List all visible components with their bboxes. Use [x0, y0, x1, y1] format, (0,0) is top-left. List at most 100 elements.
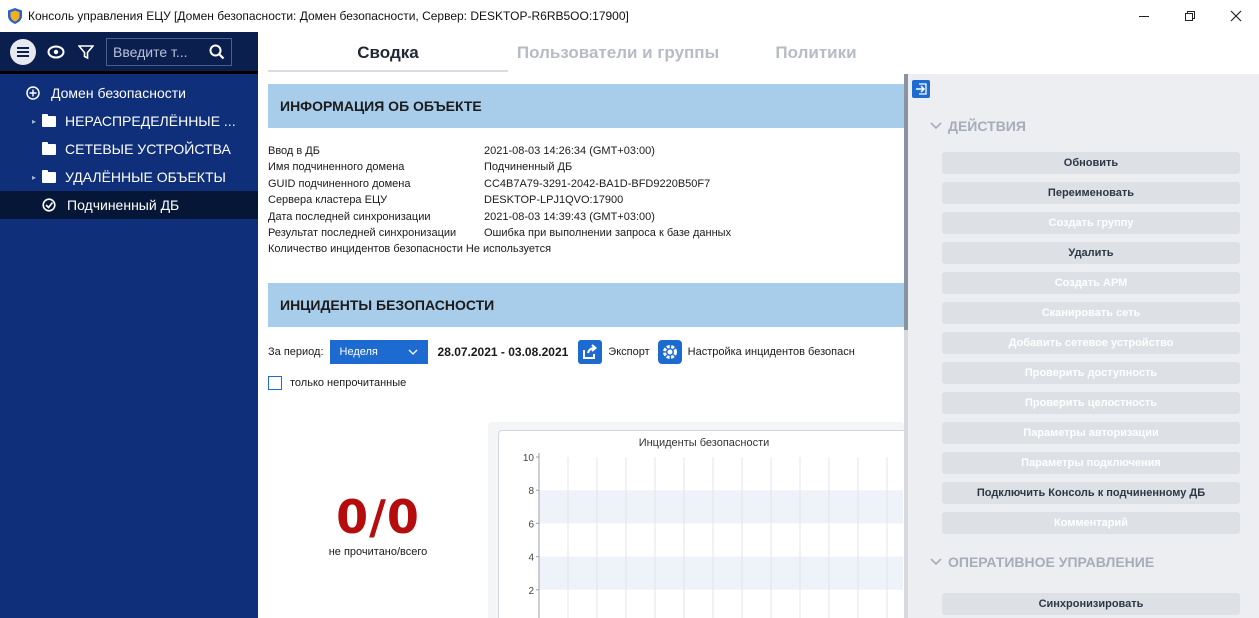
- chart-y-tick-label: 4: [528, 553, 534, 564]
- info-label: GUID подчиненного домена: [268, 177, 411, 190]
- folder-icon: [42, 169, 56, 183]
- view-toggle-button[interactable]: [46, 39, 66, 65]
- actions-panel: ДЕЙСТВИЯ Обновить Переименовать Создать гр…: [908, 74, 1259, 618]
- action-button[interactable]: Комментарий: [942, 512, 1240, 534]
- action-button[interactable]: Проверить целостность: [942, 392, 1240, 414]
- action-button[interactable]: Переименовать: [942, 182, 1240, 204]
- info-label: Результат последней синхронизации: [268, 227, 457, 240]
- action-button[interactable]: Создать группу: [942, 212, 1240, 234]
- expand-arrow-icon[interactable]: ▸: [32, 117, 42, 126]
- chart-y-tick-label: 8: [528, 486, 534, 497]
- unread-only-checkbox[interactable]: [268, 375, 282, 390]
- info-value: 2021-08-03 14:26:34 (GMT+03:00): [484, 145, 655, 157]
- expand-arrow-icon[interactable]: ▸: [32, 173, 42, 182]
- tree-item-label: УДАЛЁННЫЕ ОБЪЕКТЫ: [65, 169, 226, 185]
- restore-button[interactable]: [1167, 0, 1213, 32]
- object-info-header: ИНФОРМАЦИЯ ОБ ОБЪЕКТЕ: [268, 84, 904, 128]
- period-value: Неделя: [339, 345, 378, 358]
- chart-y-tick-label: 6: [528, 519, 534, 530]
- info-label: Количество инцидентов безопасности: [268, 243, 463, 256]
- tree-item-unassigned[interactable]: ▸ НЕРАСПРЕДЕЛЁННЫЕ ...: [0, 107, 258, 135]
- info-value: Не используется: [465, 243, 552, 256]
- chart-y-tick-label: 10: [523, 453, 535, 464]
- date-range: 28.07.2021 - 03.08.2021: [437, 344, 569, 359]
- incidents-chart-card: Инциденты безопасности 1086420: [488, 422, 904, 618]
- info-value: 2021-08-03 14:39:43 (GMT+03:00): [484, 210, 655, 223]
- tree-item-label: Подчиненный ДБ: [67, 197, 180, 213]
- tree-item-subordinate-db[interactable]: Подчиненный ДБ: [0, 191, 258, 219]
- info-row: Имя подчиненного домена Подчиненный ДБ: [268, 159, 904, 175]
- search-icon[interactable]: [209, 44, 225, 60]
- info-value: DESKTOP-LPJ1QVO:17900: [484, 194, 624, 207]
- info-label: Дата последней синхронизации: [268, 210, 431, 223]
- minimize-button[interactable]: [1121, 0, 1167, 32]
- domain-icon: [26, 86, 40, 100]
- chevron-down-icon: [930, 122, 942, 130]
- close-icon: [1230, 10, 1242, 22]
- action-button[interactable]: Добавить сетевое устройство: [942, 332, 1240, 354]
- action-button[interactable]: Обновить: [942, 152, 1240, 174]
- tree-item-label: НЕРАСПРЕДЕЛЁННЫЕ ...: [65, 113, 236, 129]
- operational-section-header[interactable]: ОПЕРАТИВНОЕ УПРАВЛЕНИЕ: [930, 554, 1154, 570]
- chevron-down-icon: [930, 558, 942, 566]
- main-menu-button[interactable]: [10, 38, 36, 65]
- close-button[interactable]: [1213, 0, 1259, 32]
- period-select[interactable]: Неделя: [329, 339, 428, 364]
- info-label: Ввод в ДБ: [268, 145, 320, 157]
- minimize-icon: [1139, 16, 1149, 17]
- period-label: За период:: [268, 345, 324, 358]
- info-row: Дата последней синхронизации 2021-08-03 1…: [268, 209, 904, 225]
- eye-icon: [47, 45, 65, 58]
- restore-icon: [1185, 11, 1195, 21]
- search-input[interactable]: [113, 43, 203, 60]
- incident-settings-label[interactable]: Настройка инцидентов безопасн: [688, 346, 855, 358]
- chart-grid-band: [539, 556, 903, 590]
- chart-title: Инциденты безопасности: [639, 437, 770, 449]
- action-button[interactable]: Создать АРМ: [942, 272, 1240, 294]
- incidents-header: ИНЦИДЕНТЫ БЕЗОПАСНОСТИ: [268, 282, 904, 327]
- info-row: GUID подчиненного домена CC4B7A79-3291-20…: [268, 176, 904, 192]
- chart-grid-band: [539, 490, 903, 524]
- action-button[interactable]: Удалить: [942, 242, 1240, 264]
- export-icon: [583, 344, 598, 359]
- folder-icon: [42, 113, 56, 127]
- filter-button[interactable]: [76, 39, 96, 65]
- incident-settings-button[interactable]: [657, 339, 682, 364]
- tab-users-groups[interactable]: Пользователи и группы: [508, 38, 728, 72]
- title-bar: Консоль управления ЕЦУ [Домен безопаснос…: [0, 0, 1259, 32]
- unread-only-label: только непрочитанные: [290, 376, 407, 389]
- action-button[interactable]: Проверить доступность: [942, 362, 1240, 384]
- info-row: Ввод в ДБ 2021-08-03 14:26:34 (GMT+03:00): [268, 143, 904, 159]
- incidents-chart: Инциденты безопасности 1086420: [498, 430, 904, 618]
- actions-section-header[interactable]: ДЕЙСТВИЯ: [930, 118, 1026, 134]
- tree-item-security-domain[interactable]: Домен безопасности: [0, 79, 258, 107]
- sync-button[interactable]: Синхронизировать: [942, 593, 1240, 615]
- tree-item-network-devices[interactable]: СЕТЕВЫЕ УСТРОЙСТВА: [0, 135, 258, 163]
- action-button[interactable]: Сканировать сеть: [942, 302, 1240, 324]
- window-title: Консоль управления ЕЦУ [Домен безопаснос…: [28, 9, 629, 23]
- action-button[interactable]: Параметры подключения: [942, 452, 1240, 474]
- filter-icon: [78, 44, 94, 59]
- export-button[interactable]: [578, 339, 603, 364]
- hamburger-icon: [17, 46, 29, 57]
- action-button[interactable]: Параметры авторизации: [942, 422, 1240, 444]
- chart-y-tick-label: 2: [528, 586, 534, 597]
- tree-item-deleted-objects[interactable]: ▸ УДАЛЁННЫЕ ОБЪЕКТЫ: [0, 163, 258, 191]
- info-value: Ошибка при выполнении запроса к базе дан…: [484, 227, 732, 240]
- tree-item-label: СЕТЕВЫЕ УСТРОЙСТВА: [65, 141, 231, 157]
- action-button[interactable]: Подключить Консоль к подчиненному ДБ: [942, 482, 1240, 504]
- gear-icon: [662, 344, 677, 359]
- collapse-panel-button[interactable]: [912, 80, 930, 98]
- info-value: Подчиненный ДБ: [484, 161, 573, 174]
- chevron-down-icon: [408, 349, 417, 355]
- export-label[interactable]: Экспорт: [608, 346, 649, 358]
- object-info-table: Ввод в ДБ 2021-08-03 14:26:34 (GMT+03:00)…: [268, 143, 904, 258]
- sidebar-toolbar: [0, 32, 258, 74]
- info-value: CC4B7A79-3291-2042-BA1D-BFD9220B50F7: [484, 177, 711, 190]
- folder-icon: [42, 141, 56, 155]
- unread-only-filter[interactable]: только непрочитанные: [268, 375, 904, 390]
- summary-content: ИНФОРМАЦИЯ ОБ ОБЪЕКТЕ Ввод в ДБ 2021-08-0…: [268, 84, 904, 618]
- tab-summary[interactable]: Сводка: [268, 38, 508, 72]
- tab-policies[interactable]: Политики: [728, 38, 904, 72]
- incident-counter: 0/0 не прочитано/всего: [268, 490, 488, 558]
